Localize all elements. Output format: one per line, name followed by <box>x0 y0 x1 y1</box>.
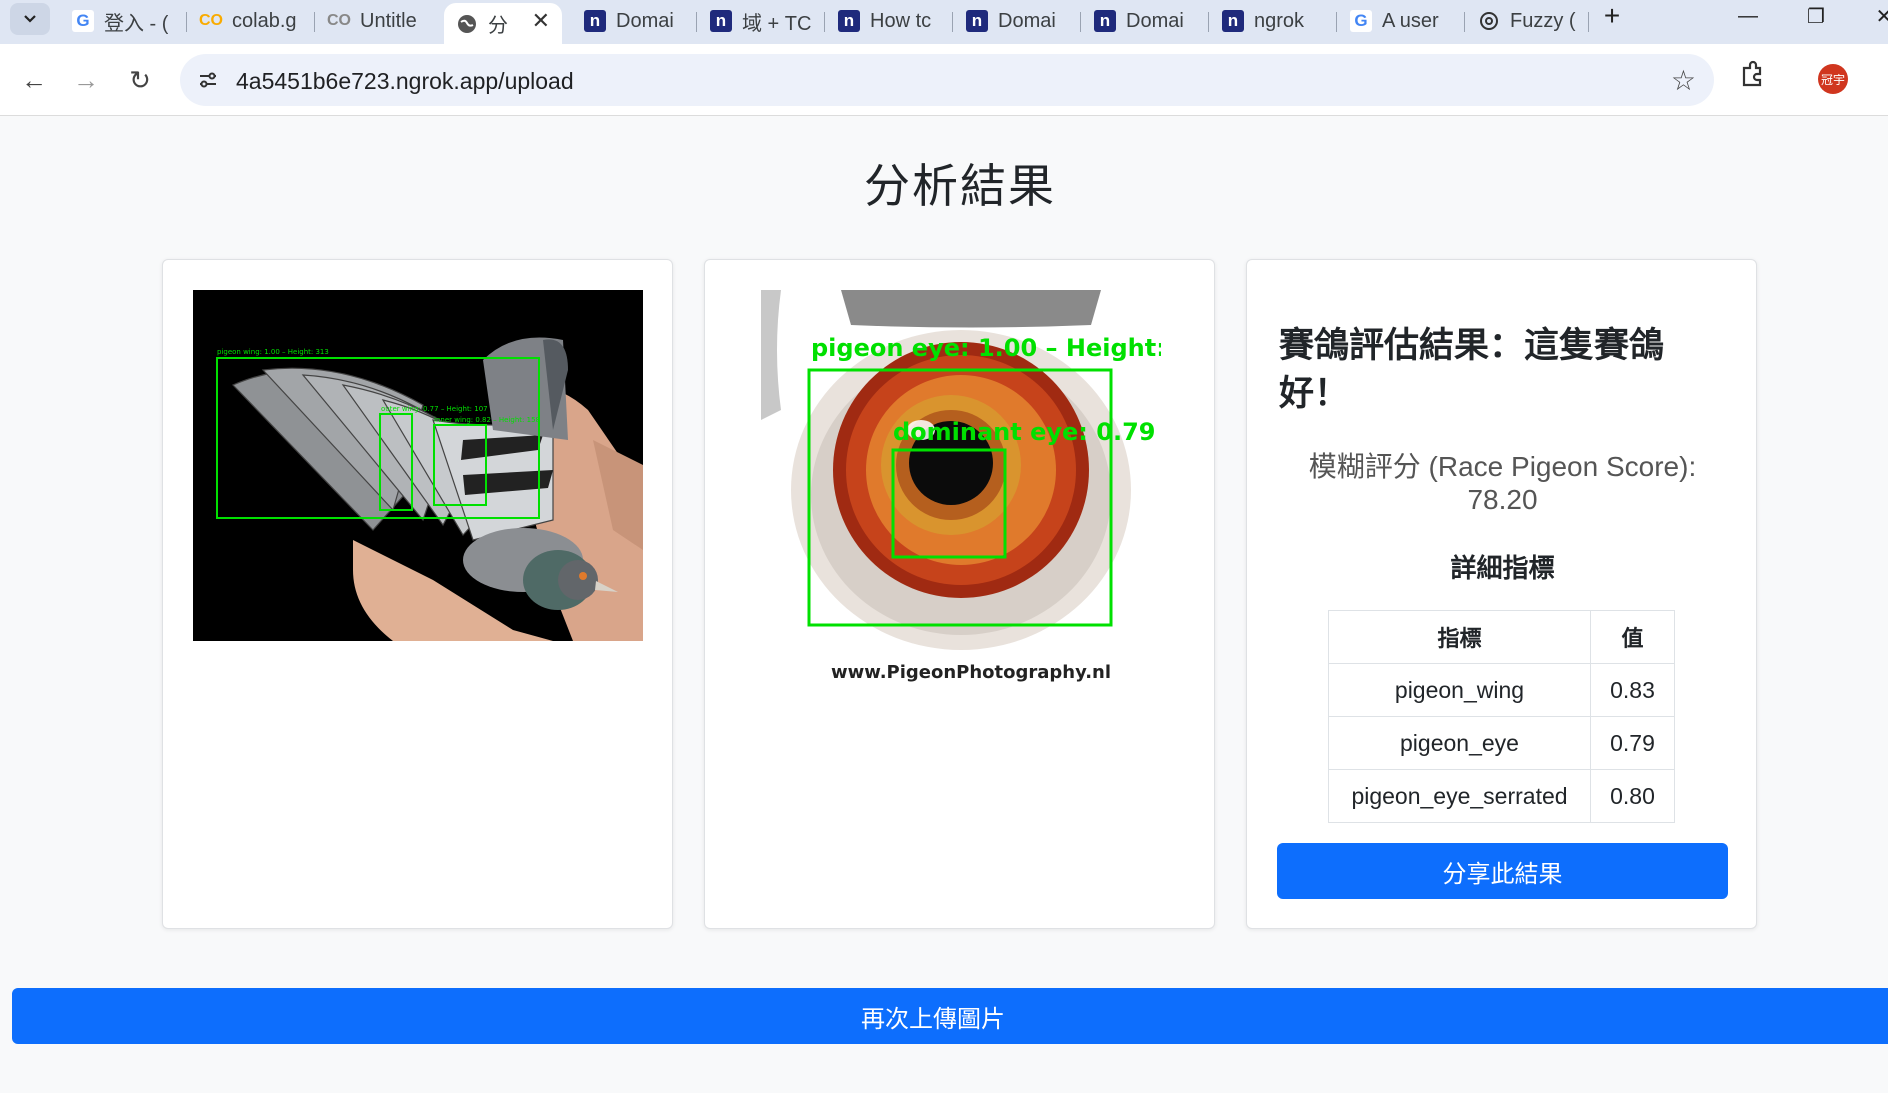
reload-button[interactable]: ↻ <box>120 60 160 100</box>
browser-tab[interactable]: G A user <box>1338 3 1458 39</box>
metric-value: 0.83 <box>1590 663 1675 717</box>
browser-toolbar: ← → ↻ 4a5451b6e723.ngrok.app/upload ☆ 冠宇… <box>0 44 1888 116</box>
browser-tab[interactable]: Fuzzy ( <box>1466 3 1584 39</box>
metric-name: pigeon_eye <box>1328 716 1591 770</box>
table-row: pigeon_eye_serrated 0.80 <box>1328 769 1675 823</box>
eye-result-card: pigeon eye: 1.00 – Height: 1 dominant ey… <box>704 259 1215 929</box>
tab-title: Domai <box>998 9 1056 32</box>
page-title: 分析結果 <box>864 160 1056 212</box>
bookmark-star-icon[interactable]: ☆ <box>1671 64 1696 97</box>
tab-title: Fuzzy ( <box>1510 9 1576 32</box>
restore-icon: ❐ <box>1807 5 1825 28</box>
close-icon: ✕ <box>1875 5 1888 28</box>
arrow-left-icon: ← <box>21 64 47 95</box>
browser-tab[interactable]: n Domai <box>572 3 690 39</box>
outer-wing-label: outer wing: 0.77 – Height: 107 <box>381 405 488 413</box>
browser-tab-active[interactable]: 分 ✕ <box>444 3 562 44</box>
score-text: 模糊評分 (Race Pigeon Score): 78.20 <box>1267 450 1738 516</box>
reload-icon: ↻ <box>129 64 151 95</box>
browser-tab[interactable]: G 登入 - ( <box>60 3 180 39</box>
ngrok-icon: n <box>966 10 988 32</box>
column-header-value: 值 <box>1590 610 1675 664</box>
browser-tab[interactable]: CO colab.g <box>188 3 308 39</box>
score-value: 78.20 <box>1467 484 1538 515</box>
share-result-button[interactable]: 分享此結果 <box>1277 843 1728 899</box>
tab-title: ngrok <box>1254 9 1305 32</box>
tab-title: Untitle <box>360 9 417 32</box>
more-menu-icon[interactable]: ⋮ <box>1878 64 1888 93</box>
table-row: pigeon_wing 0.83 <box>1328 663 1675 717</box>
tab-title: colab.g <box>232 9 297 32</box>
metric-value: 0.80 <box>1590 769 1675 823</box>
browser-tab[interactable]: CO Untitle <box>316 3 436 39</box>
ngrok-icon: n <box>710 10 732 32</box>
forward-button[interactable]: → <box>66 60 106 100</box>
google-icon: G <box>1350 10 1372 32</box>
tab-title: 域 + TC <box>742 12 812 35</box>
metric-name: pigeon_wing <box>1328 663 1591 717</box>
wing-result-card: pigeon wing: 1.00 – Height: 313 outer wi… <box>162 259 673 929</box>
browser-tab[interactable]: n Domai <box>954 3 1074 39</box>
result-heading: 賽鴿評估結果：這隻賽鴿好！ <box>1279 326 1665 413</box>
browser-tab[interactable]: n 域 + TC <box>698 3 818 39</box>
tab-search-button[interactable] <box>10 3 50 35</box>
evaluation-card: 賽鴿評估結果：這隻賽鴿好！ 模糊評分 (Race Pigeon Score): … <box>1246 259 1757 929</box>
pigeon-eye-label: pigeon eye: 1.00 – Height: 1 <box>811 334 1161 362</box>
minimize-button[interactable]: — <box>1718 0 1778 32</box>
plus-icon: + <box>1603 0 1621 31</box>
site-settings-icon[interactable] <box>196 68 220 92</box>
globe-icon <box>456 13 478 35</box>
back-button[interactable]: ← <box>14 60 54 100</box>
metric-name: pigeon_eye_serrated <box>1328 769 1591 823</box>
metric-value: 0.79 <box>1590 716 1675 770</box>
tab-title: How tc <box>870 9 932 32</box>
minimize-icon: — <box>1738 4 1758 27</box>
url-text[interactable]: 4a5451b6e723.ngrok.app/upload <box>236 68 574 95</box>
inner-wing-label: inner wing: 0.82 – Height: 158 <box>434 416 540 424</box>
ngrok-icon: n <box>1222 10 1244 32</box>
chevron-down-icon <box>24 15 36 23</box>
ngrok-icon: n <box>584 10 606 32</box>
upload-again-label: 再次上傳圖片 <box>861 1005 1005 1033</box>
upload-again-button[interactable]: 再次上傳圖片 <box>12 988 1888 1044</box>
browser-tab[interactable]: n Domai <box>1082 3 1202 39</box>
dominant-eye-label: dominant eye: 0.79 – <box>893 418 1161 446</box>
colab-icon: CO <box>199 12 223 29</box>
ngrok-icon: n <box>838 10 860 32</box>
watermark-text: www.PigeonPhotography.nl <box>831 662 1111 683</box>
restore-button[interactable]: ❐ <box>1786 0 1846 32</box>
extensions-icon[interactable] <box>1736 58 1768 90</box>
column-header-metric: 指標 <box>1328 610 1591 664</box>
ngrok-icon: n <box>1094 10 1116 32</box>
profile-avatar[interactable]: 冠宇 <box>1818 64 1848 94</box>
metrics-table: 指標 值 pigeon_wing 0.83 pigeon_eye 0.79 pi… <box>1328 610 1675 823</box>
new-tab-button[interactable]: + <box>1582 0 1642 32</box>
google-icon: G <box>72 10 94 32</box>
tab-title: Domai <box>1126 9 1184 32</box>
arrow-right-icon: → <box>73 64 99 95</box>
browser-tab[interactable]: n How tc <box>826 3 946 39</box>
score-label: 模糊評分 (Race Pigeon Score): <box>1308 451 1697 482</box>
detail-title: 詳細指標 <box>1450 553 1555 583</box>
table-header-row: 指標 值 <box>1328 610 1675 664</box>
tab-title: Domai <box>616 9 674 32</box>
browser-tab-bar: G 登入 - ( CO colab.g CO Untitle 分 ✕ n Dom… <box>0 0 1888 44</box>
wing-detection-image: pigeon wing: 1.00 – Height: 313 outer wi… <box>193 290 643 641</box>
colab-icon: CO <box>327 12 351 29</box>
wing-label: pigeon wing: 1.00 – Height: 313 <box>217 348 329 356</box>
tab-title: A user <box>1382 9 1439 32</box>
close-tab-icon[interactable]: ✕ <box>532 8 550 34</box>
openai-icon <box>1478 10 1500 32</box>
address-bar[interactable]: 4a5451b6e723.ngrok.app/upload ☆ <box>180 54 1714 106</box>
tab-title: 分 <box>488 15 508 37</box>
close-window-button[interactable]: ✕ <box>1854 0 1888 32</box>
table-row: pigeon_eye 0.79 <box>1328 716 1675 770</box>
browser-tab[interactable]: n ngrok <box>1210 3 1330 39</box>
tab-title: 登入 - ( <box>104 12 169 35</box>
eye-detection-image: pigeon eye: 1.00 – Height: 1 dominant ey… <box>761 290 1161 690</box>
